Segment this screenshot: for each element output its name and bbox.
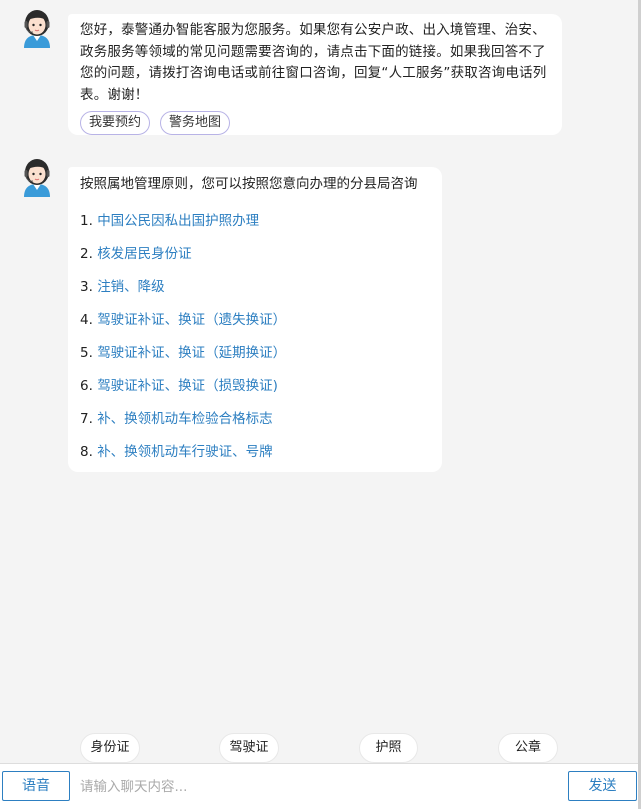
option-item[interactable]: 3. 注销、降级 — [80, 277, 432, 297]
send-button[interactable]: 发送 — [568, 771, 637, 801]
quick-reply-driver-license[interactable]: 驾驶证 — [219, 733, 279, 763]
option-number: 8. — [80, 444, 93, 460]
chip-appointment[interactable]: 我要预约 — [80, 111, 151, 135]
option-link[interactable]: 注销、降级 — [97, 279, 165, 295]
option-link[interactable]: 驾驶证补证、换证（遗失换证） — [97, 312, 286, 328]
option-item[interactable]: 4. 驾驶证补证、换证（遗失换证） — [80, 310, 432, 330]
option-number: 2. — [80, 246, 93, 262]
option-number: 5. — [80, 345, 93, 361]
quick-reply-id-card[interactable]: 身份证 — [80, 733, 140, 763]
option-number: 7. — [80, 411, 93, 427]
option-item[interactable]: 1. 中国公民因私出国护照办理 — [80, 211, 432, 231]
voice-button[interactable]: 语音 — [2, 771, 70, 801]
option-link[interactable]: 驾驶证补证、换证（延期换证） — [97, 345, 286, 361]
option-item[interactable]: 2. 核发居民身份证 — [80, 244, 432, 264]
quick-reply-official-seal[interactable]: 公章 — [498, 733, 558, 763]
option-number: 3. — [80, 279, 93, 295]
chip-police-map[interactable]: 警务地图 — [160, 111, 231, 135]
customer-service-avatar-icon — [18, 157, 56, 197]
option-link[interactable]: 驾驶证补证、换证（损毁换证) — [97, 378, 278, 394]
customer-service-avatar-icon — [18, 8, 56, 48]
option-list: 1. 中国公民因私出国护照办理 2. 核发居民身份证 3. 注销、降级 4. 驾… — [80, 211, 432, 462]
option-link[interactable]: 补、换领机动车行驶证、号牌 — [97, 444, 273, 460]
chat-input[interactable] — [78, 772, 562, 802]
bot-welcome-text: 您好，泰警通办智能客服为您服务。如果您有公安户政、出入境管理、治安、政务服务等领… — [80, 22, 547, 103]
option-item[interactable]: 5. 驾驶证补证、换证（延期换证） — [80, 343, 432, 363]
bot-intro-text: 按照属地管理原则，您可以按照您意向办理的分县局咨询 — [80, 176, 418, 192]
option-number: 1. — [80, 213, 93, 229]
suggestion-chips: 我要预约 警务地图 — [80, 111, 552, 135]
bot-message-bubble: 按照属地管理原则，您可以按照您意向办理的分县局咨询 1. 中国公民因私出国护照办… — [68, 167, 442, 472]
bot-message-bubble: 您好，泰警通办智能客服为您服务。如果您有公安户政、出入境管理、治安、政务服务等领… — [68, 14, 562, 135]
option-link[interactable]: 核发居民身份证 — [97, 246, 192, 262]
option-item[interactable]: 8. 补、换领机动车行驶证、号牌 — [80, 442, 432, 462]
chat-input-bar: 语音 发送 — [0, 763, 641, 810]
option-link[interactable]: 中国公民因私出国护照办理 — [97, 213, 259, 229]
option-number: 4. — [80, 312, 93, 328]
option-link[interactable]: 补、换领机动车检验合格标志 — [97, 411, 273, 427]
quick-reply-passport[interactable]: 护照 — [359, 733, 418, 763]
option-item[interactable]: 6. 驾驶证补证、换证（损毁换证) — [80, 376, 432, 396]
option-item[interactable]: 7. 补、换领机动车检验合格标志 — [80, 409, 432, 429]
option-number: 6. — [80, 378, 93, 394]
